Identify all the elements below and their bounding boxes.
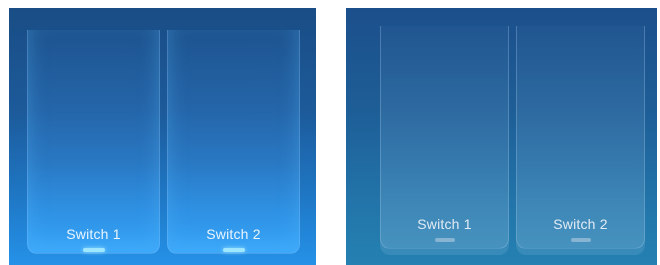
switch-panel-off-state: Switch 1 Switch 2	[346, 8, 657, 265]
switch-2-indicator-off	[570, 238, 591, 242]
switch-2-label: Switch 2	[553, 216, 608, 232]
switch-2-indicator-on	[222, 248, 245, 252]
switch-2-button[interactable]: Switch 2	[516, 26, 645, 249]
switch-2-button[interactable]: Switch 2	[167, 30, 300, 254]
screenshot-comparison: Switch 1 Switch 2 Switch 1 Switch 2	[0, 0, 660, 265]
switch-1-button[interactable]: Switch 1	[27, 30, 160, 254]
switch-1-label: Switch 1	[417, 216, 472, 232]
switch-panel-on-state: Switch 1 Switch 2	[9, 8, 316, 265]
switch-1-indicator-on	[82, 248, 105, 252]
switch-1-label: Switch 1	[66, 226, 121, 242]
switch-1-button[interactable]: Switch 1	[380, 26, 509, 249]
switch-2-label: Switch 2	[206, 226, 261, 242]
switch-1-indicator-off	[434, 238, 455, 242]
